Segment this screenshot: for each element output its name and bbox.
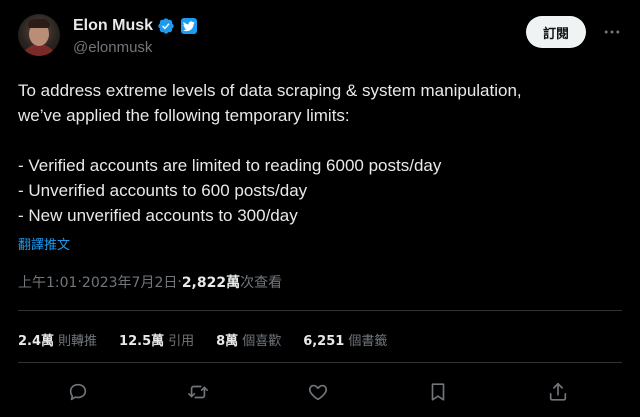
reply-icon[interactable]: [62, 376, 94, 408]
avatar-hair: [28, 19, 50, 28]
translate-tweet-link[interactable]: 翻譯推文: [18, 234, 70, 253]
stat-label: 引用: [168, 334, 195, 349]
stat-likes[interactable]: 8萬 個喜歡: [216, 330, 281, 349]
tweet-header: Elon Musk @elonmusk 訂閱: [18, 14, 624, 58]
follow-button[interactable]: 訂閱: [525, 16, 586, 48]
stat-number: 8萬: [216, 334, 239, 349]
tweet-text: To address extreme levels of data scrapi…: [18, 78, 618, 228]
retweet-icon[interactable]: [182, 376, 214, 408]
views-label: 次查看: [240, 275, 283, 291]
tweet-line: - New unverified accounts to 300/day: [18, 206, 298, 225]
action-bar: [0, 376, 640, 408]
author-names: Elon Musk @elonmusk: [73, 15, 198, 56]
divider: [18, 310, 622, 311]
share-icon[interactable]: [542, 376, 574, 408]
stat-quotes[interactable]: 12.5萬 引用: [119, 330, 194, 349]
tweet-meta: 上午1:01 · 2023年7月2日 · 2,822萬 次查看: [18, 272, 282, 292]
stat-number: 12.5萬: [119, 334, 165, 349]
stat-label: 個喜歡: [242, 334, 282, 349]
divider: [18, 362, 622, 363]
tweet-date[interactable]: 2023年7月2日: [82, 272, 177, 292]
verified-badge-icon[interactable]: [157, 17, 175, 35]
engagement-stats: 2.4萬 則轉推 12.5萬 引用 8萬 個喜歡 6,251 個書籤: [18, 330, 387, 349]
stat-number: 6,251: [303, 334, 345, 349]
twitter-bird-icon: [181, 18, 198, 34]
stat-label: 則轉推: [58, 334, 98, 349]
bookmark-icon[interactable]: [422, 376, 454, 408]
stat-number: 2.4萬: [18, 334, 55, 349]
avatar[interactable]: [18, 14, 60, 56]
tweet-line: - Unverified accounts to 600 posts/day: [18, 181, 308, 200]
tweet-line: To address extreme levels of data scrapi…: [18, 81, 522, 100]
stat-label: 個書籤: [348, 334, 388, 349]
views-count: 2,822萬: [181, 275, 241, 291]
tweet-time[interactable]: 上午1:01: [18, 272, 77, 292]
like-heart-icon[interactable]: [302, 376, 334, 408]
stat-retweets[interactable]: 2.4萬 則轉推: [18, 330, 97, 349]
display-name[interactable]: Elon Musk: [73, 17, 153, 35]
name-row: Elon Musk: [73, 15, 198, 37]
tweet-line: - Verified accounts are limited to readi…: [18, 156, 442, 175]
user-handle[interactable]: @elonmusk: [73, 39, 197, 56]
more-options-icon[interactable]: [600, 20, 624, 44]
stat-bookmarks[interactable]: 6,251 個書籤: [303, 330, 387, 349]
tweet-line: we’ve applied the following temporary li…: [18, 106, 350, 125]
